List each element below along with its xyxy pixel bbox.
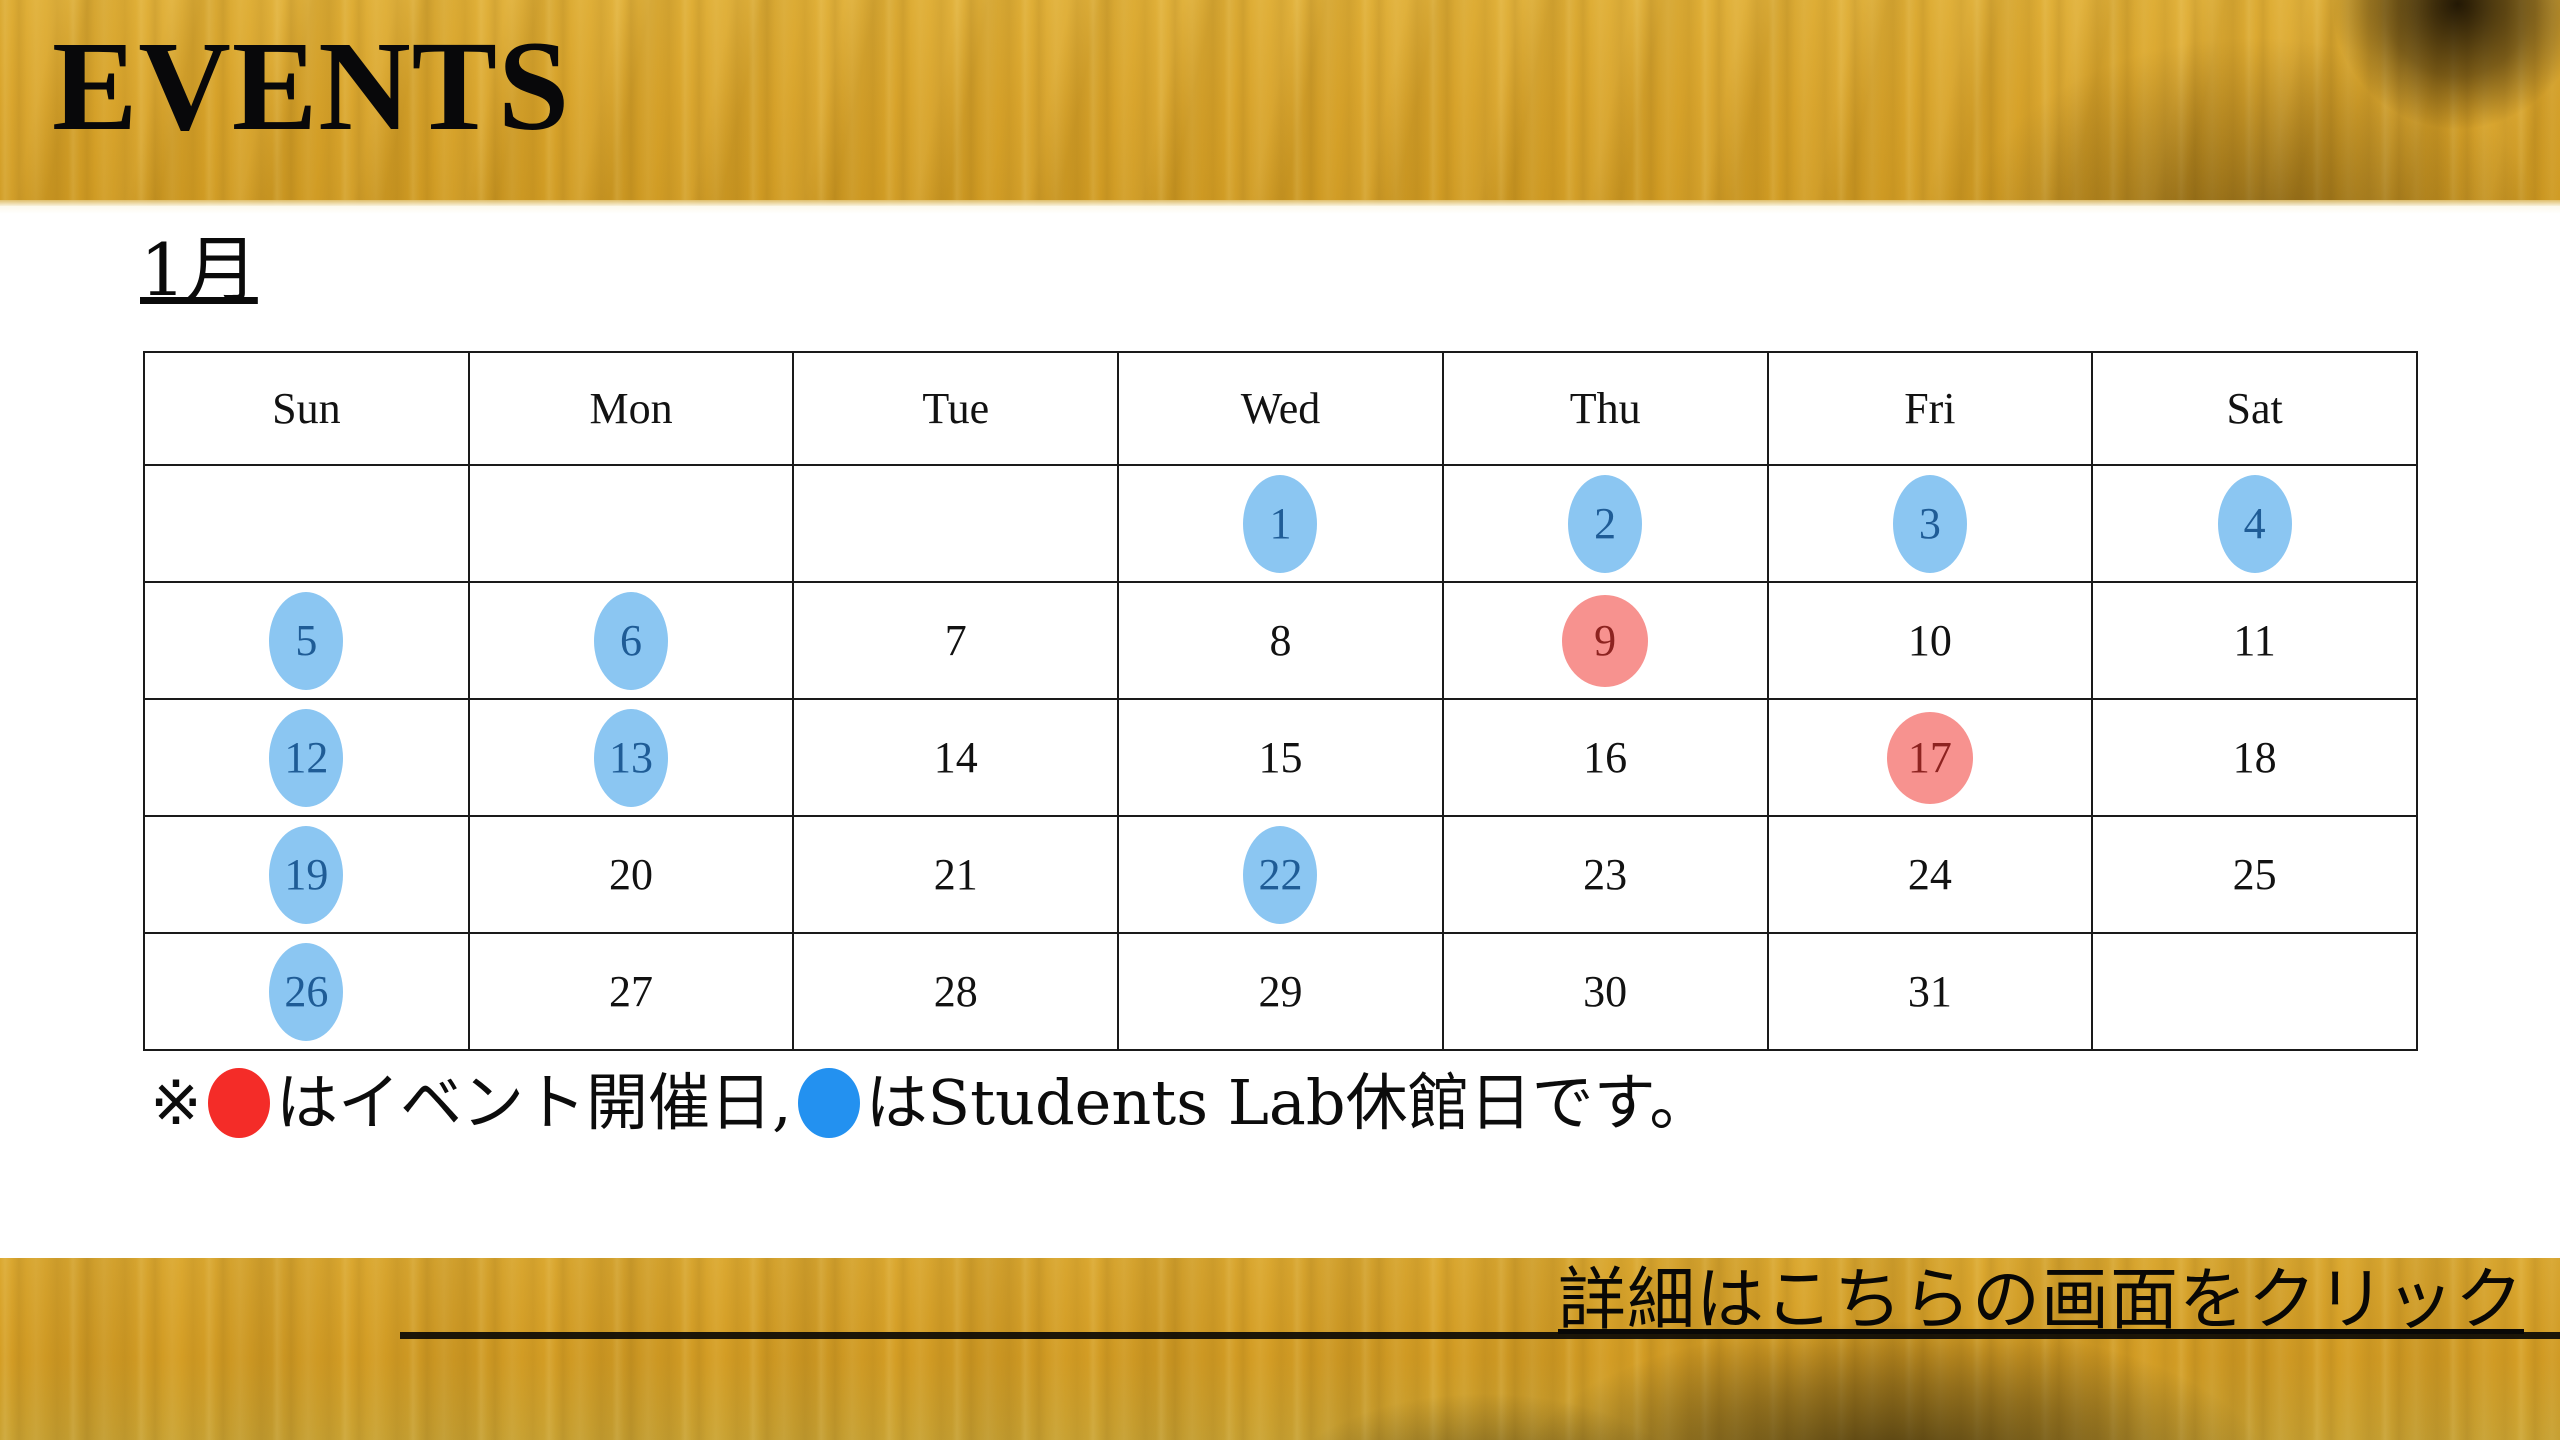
calendar-day-cell[interactable]: 17 — [1766, 698, 2094, 817]
day-number: 27 — [609, 966, 654, 1016]
day-number: 29 — [1258, 966, 1303, 1016]
calendar-day-cell[interactable]: 23 — [1441, 815, 1769, 934]
calendar-day-cell[interactable]: 22 — [1117, 815, 1444, 934]
calendar-day-cell[interactable]: 16 — [1441, 698, 1769, 817]
closed-day-marker: 3 — [1892, 474, 1967, 573]
closed-day-marker: 2 — [1568, 474, 1643, 573]
day-number: 31 — [1907, 966, 1952, 1016]
closed-day-marker: 22 — [1243, 825, 1318, 924]
closed-day-marker: 6 — [594, 591, 669, 690]
calendar-day-cell[interactable]: 3 — [1766, 464, 2094, 583]
calendar-day-cell[interactable]: 19 — [143, 815, 470, 934]
calendar-day-cell[interactable]: 1 — [1117, 464, 1444, 583]
calendar-header-row: Sun Mon Tue Wed Thu Fri Sat — [143, 351, 2418, 466]
calendar-day-cell[interactable]: 15 — [1117, 698, 1444, 817]
day-number: 11 — [2233, 615, 2276, 665]
day-number: 18 — [2232, 732, 2277, 782]
closed-day-marker: 19 — [269, 825, 344, 924]
day-number: 23 — [1583, 849, 1628, 899]
calendar-day-cell[interactable]: 28 — [792, 932, 1120, 1051]
calendar-week-row: 26 27 28 29 30 31 — [143, 932, 2418, 1051]
weekday-header-mon: Mon — [467, 351, 795, 466]
closed-day-marker: 4 — [2217, 474, 2292, 573]
weekday-header-sat: Sat — [2091, 351, 2418, 466]
calendar-day-cell[interactable]: 9 — [1441, 581, 1769, 700]
calendar-day-cell[interactable]: 24 — [1766, 815, 2094, 934]
legend-note-mark: ※ — [150, 1066, 202, 1139]
calendar-week-row: 5 6 7 8 9 10 11 — [143, 581, 2418, 700]
calendar-day-cell[interactable]: 30 — [1441, 932, 1769, 1051]
calendar-day-cell[interactable]: 18 — [2091, 698, 2418, 817]
calendar-day-cell[interactable]: 8 — [1117, 581, 1444, 700]
calendar-empty-cell — [792, 464, 1120, 583]
day-number: 24 — [1907, 849, 1952, 899]
weekday-header-thu: Thu — [1441, 351, 1769, 466]
closed-day-marker: 1 — [1243, 474, 1318, 573]
calendar-day-cell[interactable]: 12 — [143, 698, 470, 817]
calendar-day-cell[interactable]: 6 — [467, 581, 795, 700]
day-number: 21 — [933, 849, 978, 899]
event-day-marker: 17 — [1886, 711, 1973, 804]
calendar-empty-cell — [143, 464, 470, 583]
calendar-day-cell[interactable]: 29 — [1117, 932, 1444, 1051]
details-link[interactable]: 詳細はこちらの画面をクリック — [1558, 1258, 2524, 1343]
day-number: 15 — [1258, 732, 1303, 782]
legend: ※ はイベント開催日, はStudents Lab休館日です。 — [150, 1068, 1711, 1138]
day-number: 14 — [933, 732, 978, 782]
red-circle-icon — [207, 1068, 270, 1138]
month-heading: 1月 — [140, 228, 258, 312]
day-number: 7 — [944, 615, 967, 665]
day-number: 30 — [1583, 966, 1628, 1016]
calendar-day-cell[interactable]: 27 — [467, 932, 795, 1051]
calendar-table: Sun Mon Tue Wed Thu Fri Sat 1 2 3 4 5 6 7 8 9 10 1… — [143, 351, 2418, 1051]
calendar-day-cell[interactable]: 31 — [1766, 932, 2094, 1051]
page-title: EVENTS — [52, 15, 571, 157]
calendar-day-cell[interactable]: 5 — [143, 581, 470, 700]
day-number: 25 — [2232, 849, 2277, 899]
calendar-day-cell[interactable]: 14 — [792, 698, 1120, 817]
calendar-empty-cell — [2091, 932, 2418, 1051]
calendar-day-cell[interactable]: 26 — [143, 932, 470, 1051]
calendar-day-cell[interactable]: 25 — [2091, 815, 2418, 934]
calendar-day-cell[interactable]: 2 — [1441, 464, 1769, 583]
day-number: 28 — [933, 966, 978, 1016]
weekday-header-wed: Wed — [1117, 351, 1444, 466]
legend-red-description: はイベント開催日, — [275, 1066, 792, 1139]
day-number: 20 — [609, 849, 654, 899]
calendar-day-cell[interactable]: 13 — [467, 698, 795, 817]
day-number: 8 — [1269, 615, 1292, 665]
closed-day-marker: 26 — [269, 942, 344, 1041]
day-number: 10 — [1907, 615, 1952, 665]
calendar-day-cell[interactable]: 21 — [792, 815, 1120, 934]
calendar-week-row: 12 13 14 15 16 17 18 — [143, 698, 2418, 817]
calendar-empty-cell — [467, 464, 795, 583]
calendar-day-cell[interactable]: 7 — [792, 581, 1120, 700]
weekday-header-tue: Tue — [792, 351, 1120, 466]
closed-day-marker: 12 — [269, 708, 344, 807]
calendar-day-cell[interactable]: 4 — [2091, 464, 2418, 583]
calendar-day-cell[interactable]: 11 — [2091, 581, 2418, 700]
calendar-week-row: 19 20 21 22 23 24 25 — [143, 815, 2418, 934]
event-day-marker: 9 — [1562, 594, 1649, 687]
calendar-body: 1 2 3 4 5 6 7 8 9 10 11 12 13 14 15 16 17 18 19 20 21 22 23 24 2… — [143, 464, 2418, 1051]
closed-day-marker: 13 — [594, 708, 669, 807]
slide-canvas: EVENTS 1月 Sun Mon Tue Wed Thu Fri Sat 12… — [0, 0, 2560, 1440]
closed-day-marker: 5 — [269, 591, 344, 690]
blue-circle-icon — [797, 1068, 860, 1138]
day-number: 16 — [1583, 732, 1628, 782]
calendar-week-row: 1 2 3 4 — [143, 464, 2418, 583]
calendar-day-cell[interactable]: 10 — [1766, 581, 2094, 700]
legend-blue-description: はStudents Lab休館日です。 — [865, 1066, 1712, 1139]
weekday-header-sun: Sun — [143, 351, 470, 466]
weekday-header-fri: Fri — [1766, 351, 2094, 466]
calendar-day-cell[interactable]: 20 — [467, 815, 795, 934]
header-banner-fade — [0, 200, 2560, 214]
